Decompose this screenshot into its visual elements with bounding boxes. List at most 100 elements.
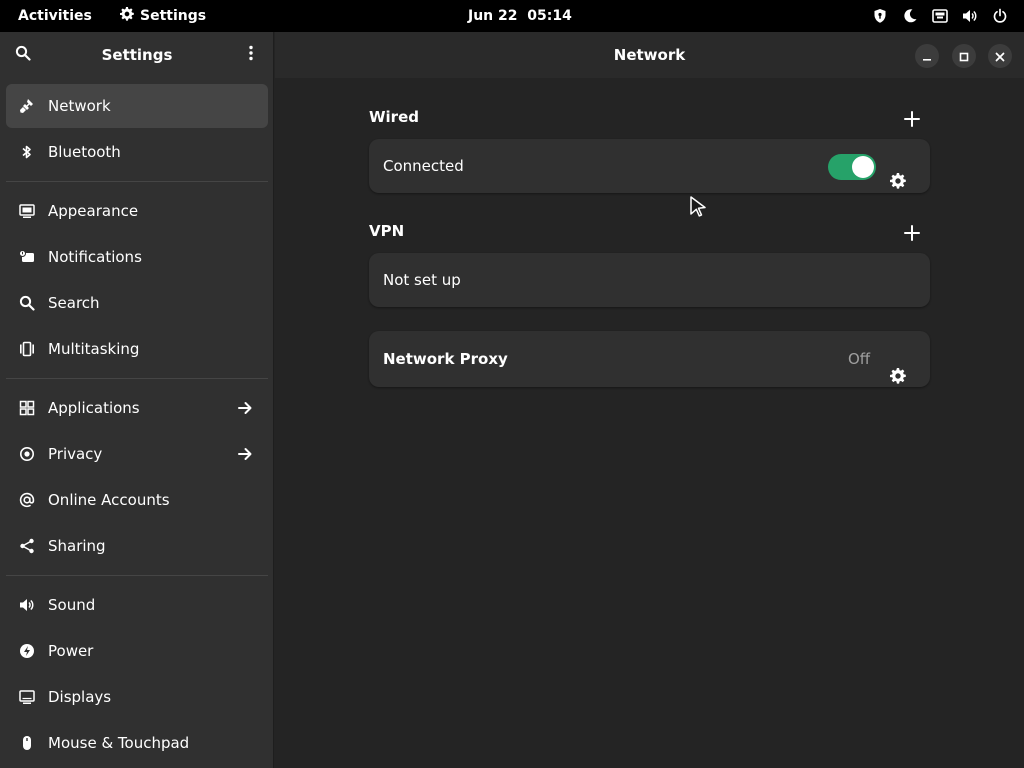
close-button[interactable] <box>988 44 1012 68</box>
gear-icon <box>890 368 906 384</box>
sidebar-item-label: Appearance <box>48 202 139 220</box>
multitasking-icon <box>18 340 36 358</box>
sidebar-header: Settings <box>0 32 274 78</box>
network-proxy-value: Off <box>848 350 871 368</box>
sidebar-separator <box>6 181 268 182</box>
sidebar-item-label: Applications <box>48 399 140 417</box>
sidebar-item-label: Power <box>48 642 94 660</box>
sidebar-separator <box>6 575 268 576</box>
add-vpn-button[interactable] <box>903 224 921 242</box>
minimize-icon <box>922 47 932 66</box>
sidebar-item-power[interactable]: Power <box>6 629 268 673</box>
proxy-settings-button[interactable] <box>890 351 908 384</box>
sidebar-item-sharing[interactable]: Sharing <box>6 524 268 568</box>
online-accounts-icon <box>18 491 36 509</box>
maximize-button[interactable] <box>952 44 976 68</box>
vpn-section-header: VPN <box>369 214 930 250</box>
arrow-right-icon <box>236 445 254 463</box>
sidebar-item-label: Sharing <box>48 537 106 555</box>
sidebar-item-network[interactable]: Network <box>6 84 268 128</box>
shield-icon <box>872 8 888 24</box>
kebab-menu-icon <box>243 45 259 65</box>
notifications-icon <box>18 248 36 266</box>
sidebar-item-label: Notifications <box>48 248 142 266</box>
sidebar-item-multitasking[interactable]: Multitasking <box>6 327 268 371</box>
system-tray[interactable] <box>872 0 1008 32</box>
wired-status: Connected <box>383 157 464 175</box>
app-name-label: Settings <box>140 8 207 24</box>
top-bar: Activities Settings Jun 22 05:14 <box>0 0 1024 32</box>
vpn-heading: VPN <box>369 222 405 240</box>
clock-label: Jun 22 05:14 <box>468 8 572 24</box>
sound-icon <box>18 596 36 614</box>
appearance-icon <box>18 202 36 220</box>
sidebar-item-label: Bluetooth <box>48 143 121 161</box>
sidebar-item-label: Online Accounts <box>48 491 170 509</box>
sidebar-item-notifications[interactable]: Notifications <box>6 235 268 279</box>
network-content: Wired Connected VPN Not set up Network P… <box>369 100 930 387</box>
sharing-icon <box>18 537 36 555</box>
plus-icon <box>904 111 920 127</box>
sidebar-item-privacy[interactable]: Privacy <box>6 432 268 476</box>
activities-button[interactable]: Activities <box>18 0 92 32</box>
minimize-button[interactable] <box>915 44 939 68</box>
arrow-right-icon <box>236 399 254 417</box>
network-wired-icon <box>932 8 948 24</box>
network-icon <box>18 97 36 115</box>
network-proxy-row[interactable]: Network Proxy Off <box>369 331 930 387</box>
sidebar-item-displays[interactable]: Displays <box>6 675 268 719</box>
wired-toggle[interactable] <box>828 154 876 180</box>
app-menu-button[interactable]: Settings <box>120 0 206 32</box>
sidebar-item-label: Search <box>48 294 100 312</box>
plus-icon <box>904 225 920 241</box>
night-light-icon <box>902 8 918 24</box>
gear-icon <box>120 7 134 25</box>
activities-label: Activities <box>18 8 92 24</box>
privacy-icon <box>18 445 36 463</box>
wired-section-header: Wired <box>369 100 930 136</box>
toggle-knob <box>852 156 874 178</box>
sidebar-separator <box>6 378 268 379</box>
sidebar-item-bluetooth[interactable]: Bluetooth <box>6 130 268 174</box>
bluetooth-icon <box>18 143 36 161</box>
main-panel: Network Wired Connected VPN Not set up N… <box>275 32 1024 768</box>
sidebar-item-sound[interactable]: Sound <box>6 583 268 627</box>
wired-heading: Wired <box>369 108 419 126</box>
network-proxy-label: Network Proxy <box>383 350 508 368</box>
search-icon <box>18 294 36 312</box>
mouse-cursor-icon <box>689 195 707 223</box>
maximize-icon <box>959 47 969 66</box>
sidebar-item-label: Mouse & Touchpad <box>48 734 190 752</box>
sidebar-item-label: Network <box>48 97 111 115</box>
sidebar-item-label: Privacy <box>48 445 103 463</box>
applications-icon <box>18 399 36 417</box>
page-title: Network <box>613 46 686 64</box>
sidebar-item-search[interactable]: Search <box>6 281 268 325</box>
sidebar-item-mouse-touchpad[interactable]: Mouse & Touchpad <box>6 721 268 765</box>
sidebar-list: Network Bluetooth Appearance Notificatio… <box>6 84 268 767</box>
sidebar-item-label: Displays <box>48 688 112 706</box>
power-icon <box>992 8 1008 24</box>
wired-connection-row[interactable]: Connected <box>369 139 930 193</box>
sidebar-item-applications[interactable]: Applications <box>6 386 268 430</box>
sidebar-item-online-accounts[interactable]: Online Accounts <box>6 478 268 522</box>
mouse-icon <box>18 734 36 752</box>
header-bar: Network <box>275 32 1024 78</box>
add-wired-button[interactable] <box>903 110 921 128</box>
sidebar-item-appearance[interactable]: Appearance <box>6 189 268 233</box>
sidebar-title: Settings <box>101 46 173 64</box>
sidebar: Settings Network Bluetooth Appearance No… <box>0 32 274 768</box>
volume-icon <box>962 8 978 24</box>
sidebar-item-label: Multitasking <box>48 340 140 358</box>
gear-icon <box>890 173 906 189</box>
clock[interactable]: Jun 22 05:14 <box>468 0 572 32</box>
vpn-status: Not set up <box>383 271 461 289</box>
main-menu-button[interactable] <box>240 44 262 66</box>
vpn-row: Not set up <box>369 253 930 307</box>
wired-settings-button[interactable] <box>890 157 908 189</box>
power-icon <box>18 642 36 660</box>
displays-icon <box>18 688 36 706</box>
close-icon <box>995 47 1005 66</box>
settings-window: Settings Network Bluetooth Appearance No… <box>0 32 1024 768</box>
sidebar-item-label: Sound <box>48 596 96 614</box>
